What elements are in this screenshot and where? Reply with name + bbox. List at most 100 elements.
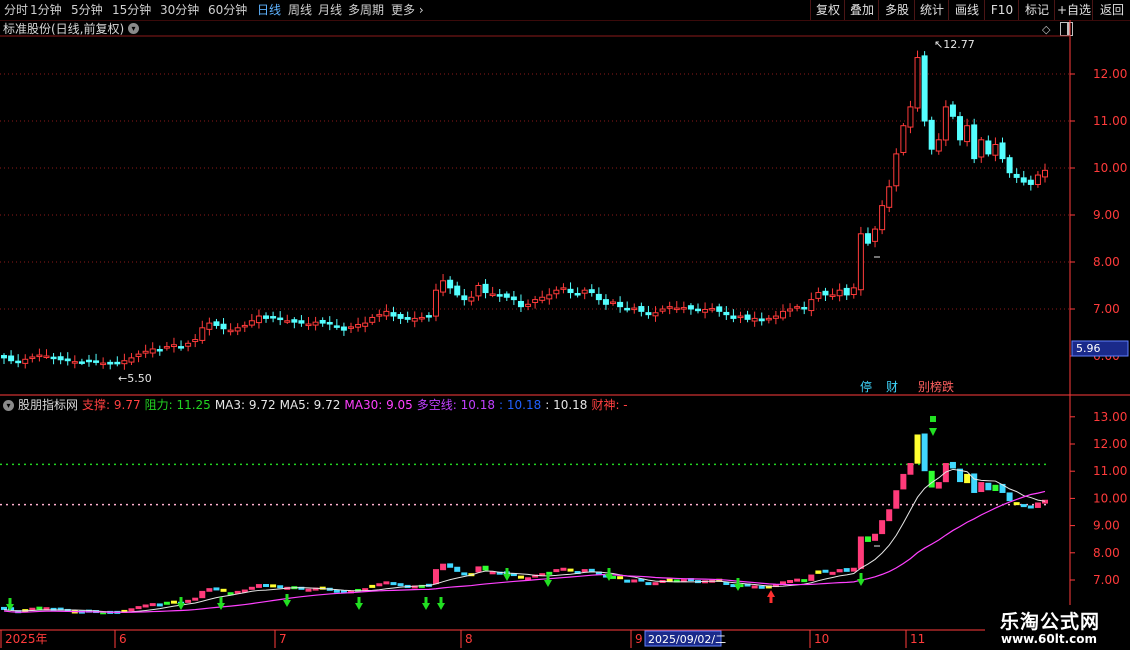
candle-body xyxy=(57,356,64,361)
indicator-bar xyxy=(29,607,36,611)
indicator-bar xyxy=(475,566,482,573)
candle-body xyxy=(305,323,312,327)
indicator-bar xyxy=(57,607,64,611)
indicator-bar xyxy=(468,573,475,577)
candle-body xyxy=(992,144,999,156)
candle-body xyxy=(369,316,376,323)
candle-body xyxy=(241,324,248,328)
indicator-bar xyxy=(709,579,716,583)
date-label: 7 xyxy=(279,632,287,646)
indicator-bar xyxy=(114,610,121,614)
period-tab-6[interactable]: 日线 xyxy=(257,0,281,20)
candle-body xyxy=(985,140,992,155)
period-tab-2[interactable]: 5分钟 xyxy=(71,0,103,20)
tool-button-2[interactable]: 多股 xyxy=(878,0,915,20)
period-tab-5[interactable]: 60分钟 xyxy=(208,0,247,20)
candle-body xyxy=(78,361,85,364)
signal-down-arrow xyxy=(734,584,742,591)
indicator-bar xyxy=(702,580,709,584)
indicator-bar xyxy=(893,490,900,509)
indicator-bar xyxy=(602,574,609,578)
kline-chart: 12.00 11.00 10.00 9.00 8.00 7.00 6.00 13.00 12.0… xyxy=(0,20,1130,648)
tool-button-8[interactable]: 返回 xyxy=(1092,0,1130,20)
period-tab-10[interactable]: 更多 › xyxy=(391,0,424,20)
signal-down-arrow xyxy=(217,603,225,610)
indicator-bar xyxy=(482,565,489,571)
period-tab-7[interactable]: 周线 xyxy=(288,0,312,20)
signal-arrow-stem xyxy=(219,597,223,603)
candle-body xyxy=(454,285,461,296)
current-price-tag-box xyxy=(1071,340,1129,357)
candle-body xyxy=(744,314,751,320)
main-y-label: 12.00 xyxy=(1093,67,1127,81)
signal-down-arrow xyxy=(355,603,363,610)
candle-body xyxy=(170,344,177,348)
candle-body xyxy=(440,280,447,293)
candle-body xyxy=(255,315,262,324)
ind-y-label: 11.00 xyxy=(1093,464,1127,478)
event-badge: 财 xyxy=(886,380,898,394)
indicator-bar xyxy=(362,588,369,592)
indicator-bar xyxy=(383,581,390,585)
indicator-bar xyxy=(992,484,999,491)
indicator-bar xyxy=(900,473,907,490)
tool-button-0[interactable]: 复权 xyxy=(810,0,845,20)
indicator-bar xyxy=(553,569,560,573)
candle-body xyxy=(333,325,340,328)
indicator-bar xyxy=(1,606,7,610)
period-tab-3[interactable]: 15分钟 xyxy=(112,0,151,20)
candle-body xyxy=(617,301,624,308)
indicator-bar xyxy=(291,586,298,590)
candle-body xyxy=(822,290,829,296)
indicator-bar xyxy=(971,473,978,493)
period-tab-1[interactable]: 1分钟 xyxy=(30,0,62,20)
ind-y-label: 8.00 xyxy=(1093,546,1120,560)
indicator-bar xyxy=(432,569,439,585)
indicator-bar xyxy=(1013,502,1020,506)
chevron-down-icon[interactable]: ▾ xyxy=(128,23,139,34)
candle-body xyxy=(270,316,277,319)
tool-button-1[interactable]: 叠加 xyxy=(844,0,879,20)
indicator-bar xyxy=(199,590,206,599)
period-tab-8[interactable]: 月线 xyxy=(318,0,342,20)
period-tab-4[interactable]: 30分钟 xyxy=(160,0,199,20)
indicator-bar xyxy=(22,609,29,613)
indicator-bar xyxy=(879,520,886,535)
candle-body xyxy=(496,294,503,297)
diamond-icon[interactable]: ◇ xyxy=(1042,23,1050,36)
panel-toggle-icon[interactable] xyxy=(1060,22,1073,36)
indicator-bar xyxy=(404,584,411,588)
tool-button-4[interactable]: 画线 xyxy=(948,0,985,20)
candle-body xyxy=(574,293,581,296)
period-tab-0[interactable]: 分时 xyxy=(4,0,28,20)
indicator-bar xyxy=(631,579,638,583)
indicator-bar xyxy=(659,580,666,583)
indicator-bar xyxy=(397,583,404,587)
candle-body xyxy=(220,323,227,330)
indicator-bar xyxy=(163,601,170,605)
signal-down-arrow xyxy=(605,574,613,581)
signal-down-arrow xyxy=(929,428,937,436)
tool-button-6[interactable]: 标记 xyxy=(1018,0,1055,20)
period-toolbar: 分时 1分钟 5分钟 15分钟 30分钟 60分钟 日线 周线 月线 多周期 更多 › 复权 叠加 多股统… xyxy=(0,0,1130,21)
indicator-bar xyxy=(376,583,383,587)
chevron-down-icon[interactable]: ▾ xyxy=(3,400,14,411)
tool-button-7[interactable]: +自选 xyxy=(1054,0,1093,20)
candle-body xyxy=(277,317,284,321)
candle-body xyxy=(517,300,524,308)
tool-button-3[interactable]: 统计 xyxy=(914,0,949,20)
signal-down-arrow xyxy=(177,603,185,610)
indicator-bar xyxy=(560,567,567,571)
main-y-label: 11.00 xyxy=(1093,114,1127,128)
indicator-bar xyxy=(461,572,468,576)
candle-body xyxy=(553,289,560,295)
period-tab-9[interactable]: 多周期 xyxy=(348,0,384,20)
candle-body xyxy=(808,299,815,312)
tool-button-5[interactable]: F10 xyxy=(984,0,1019,20)
indicator-value-7: : 10.18 xyxy=(545,398,588,412)
indicator-bar xyxy=(227,592,234,596)
indicator-bar xyxy=(425,583,432,587)
indicator-bar xyxy=(935,482,942,489)
candle-body xyxy=(652,312,659,317)
candle-body xyxy=(93,360,100,363)
